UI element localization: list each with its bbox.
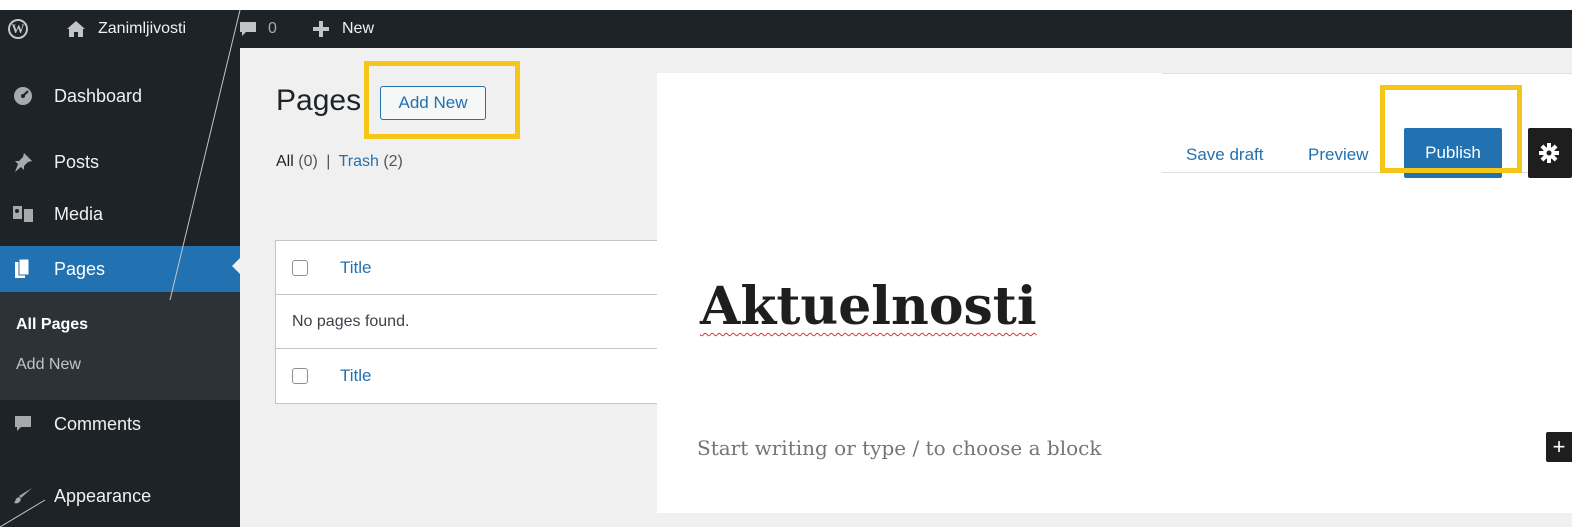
comments-link[interactable]: 0: [238, 10, 277, 48]
comment-icon: [12, 413, 34, 435]
menu-item-appearance[interactable]: Appearance: [0, 476, 240, 516]
admin-bar: W Zanimljivosti 0 New: [0, 10, 1572, 48]
menu-item-pages[interactable]: Pages: [0, 246, 240, 292]
comments-count: 0: [268, 20, 277, 37]
menu-label-appearance: Appearance: [54, 485, 152, 506]
block-placeholder[interactable]: Start writing or type / to choose a bloc…: [697, 436, 1101, 460]
media-icon: [12, 203, 34, 225]
paintbrush-icon: [12, 485, 34, 507]
table-footer-row: Title: [276, 349, 674, 403]
filter-all-count: (0): [298, 153, 318, 170]
menu-item-dashboard[interactable]: Dashboard: [0, 76, 240, 116]
pages-table: Title No pages found. Title: [275, 240, 675, 404]
column-title-header[interactable]: Title: [340, 258, 372, 278]
post-title-field[interactable]: Aktuelnosti: [700, 276, 1037, 337]
block-inserter-button[interactable]: +: [1546, 432, 1572, 462]
select-all-checkbox[interactable]: [292, 259, 308, 276]
preview-button[interactable]: Preview: [1308, 145, 1368, 165]
filter-all[interactable]: All: [276, 153, 294, 170]
add-new-page-button[interactable]: Add New: [380, 86, 486, 120]
save-draft-button[interactable]: Save draft: [1186, 145, 1264, 165]
status-filters: All (0) | Trash (2): [276, 153, 403, 171]
table-header-row: Title: [276, 241, 674, 295]
site-name: Zanimljivosti: [98, 20, 187, 37]
pages-submenu: All Pages Add New: [0, 292, 240, 400]
current-menu-arrow: [232, 258, 240, 274]
new-content-link[interactable]: New: [312, 10, 374, 48]
filter-separator: |: [326, 153, 331, 170]
top-margin: [0, 0, 1572, 10]
menu-label-dashboard: Dashboard: [54, 85, 143, 106]
settings-button[interactable]: [1528, 128, 1572, 178]
column-title-footer[interactable]: Title: [340, 366, 372, 386]
publish-button[interactable]: Publish: [1404, 128, 1502, 178]
menu-label-posts: Posts: [54, 151, 100, 172]
filter-trash[interactable]: Trash: [339, 153, 379, 170]
gear-icon: [1539, 143, 1559, 163]
new-label: New: [342, 20, 375, 37]
submenu-add-new[interactable]: Add New: [16, 356, 81, 374]
no-pages-message: No pages found.: [292, 312, 410, 330]
select-all-checkbox-footer[interactable]: [292, 368, 308, 384]
menu-item-media[interactable]: Media: [0, 194, 240, 234]
wp-logo-menu[interactable]: W: [8, 10, 28, 48]
pushpin-icon: [12, 151, 34, 173]
filter-trash-count: (2): [383, 153, 403, 170]
pages-icon: [12, 258, 34, 280]
menu-label-comments: Comments: [54, 413, 142, 434]
dashboard-icon: [12, 85, 34, 107]
comment-bubble-icon: [240, 22, 256, 36]
page-title: Pages: [276, 84, 362, 117]
wordpress-logo-icon: W: [8, 19, 28, 39]
submenu-all-pages[interactable]: All Pages: [16, 316, 88, 334]
admin-sidebar: Dashboard Posts Media Pages All Pages Ad…: [0, 48, 240, 527]
home-icon: [67, 21, 85, 37]
menu-label-media: Media: [54, 203, 104, 224]
plus-icon: [313, 21, 329, 37]
menu-item-posts[interactable]: Posts: [0, 142, 240, 182]
site-name-link[interactable]: Zanimljivosti: [66, 10, 186, 48]
menu-item-comments[interactable]: Comments: [0, 404, 240, 444]
empty-table-row: No pages found.: [276, 295, 674, 349]
menu-label-pages: Pages: [54, 258, 106, 279]
